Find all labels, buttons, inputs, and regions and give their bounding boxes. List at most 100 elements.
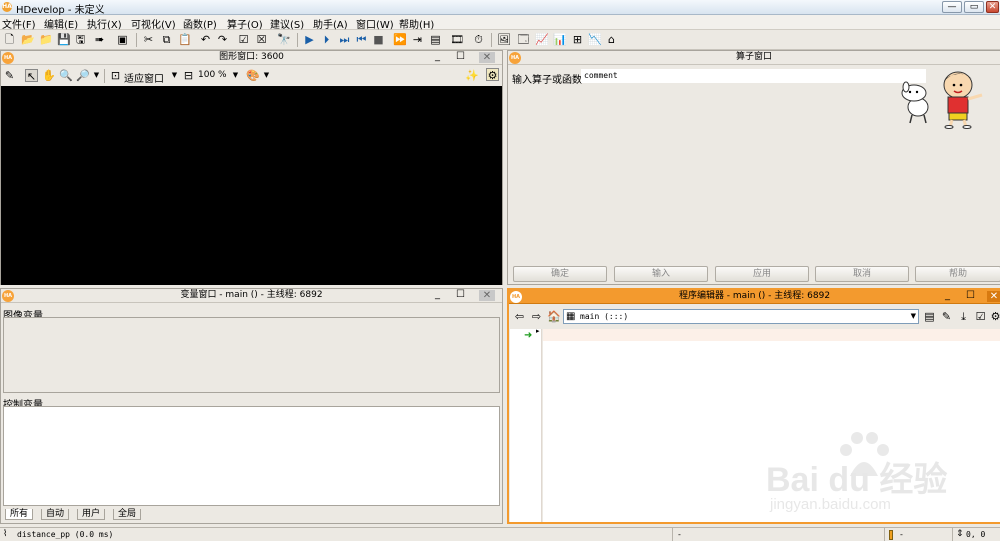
open-recent-icon[interactable]: 📁: [39, 33, 53, 46]
status-bar: ⌇ distance_pp (0.0 ms) - - ⇕ 0, 0: [0, 527, 1000, 541]
panel-close-icon[interactable]: ✕: [479, 290, 495, 301]
open-file-icon[interactable]: 📂: [21, 33, 35, 46]
menu-procedures[interactable]: 函数(P): [183, 16, 217, 31]
activate-icon[interactable]: ☑: [237, 33, 250, 46]
menu-help[interactable]: 帮助(H): [399, 16, 434, 31]
histogram-icon[interactable]: 📊: [553, 33, 567, 46]
menu-window[interactable]: 窗口(W): [356, 16, 394, 31]
current-line-highlight: [543, 329, 1000, 341]
help-button[interactable]: 帮助: [915, 266, 1000, 282]
export-icon[interactable]: ▣: [116, 33, 129, 46]
find-icon[interactable]: 🔭: [277, 33, 291, 46]
procedure-home-icon[interactable]: 🏠: [547, 310, 561, 323]
more-tools-icon[interactable]: ⚙: [989, 310, 1000, 323]
tab-user[interactable]: 用户: [77, 509, 106, 520]
graphics-canvas[interactable]: [1, 86, 502, 285]
save-icon[interactable]: 💾: [57, 33, 71, 46]
zoom-value[interactable]: 100 %: [198, 70, 227, 80]
paint-palette-icon[interactable]: 🎨: [246, 69, 260, 82]
pan-tool-icon[interactable]: ✋: [42, 69, 56, 82]
run-script-icon[interactable]: ➠: [93, 33, 106, 46]
operator-input-field[interactable]: comment: [581, 69, 926, 83]
feature-histogram-icon[interactable]: 📉: [588, 33, 602, 46]
edit-procedure-icon[interactable]: ✎: [940, 310, 953, 323]
panel-minimize-icon[interactable]: _: [435, 51, 440, 63]
tab-global[interactable]: 全局: [113, 509, 142, 520]
edit-graphics-icon[interactable]: ✎: [3, 69, 16, 82]
fit-window-label[interactable]: 适应窗口: [124, 70, 164, 85]
iconic-variables-area[interactable]: [3, 317, 500, 393]
new-file-icon[interactable]: 🗋: [3, 33, 16, 46]
chevron-down-icon[interactable]: ▼: [168, 69, 181, 82]
redo-icon[interactable]: ↷: [216, 33, 229, 46]
cancel-button[interactable]: 取消: [815, 266, 909, 282]
save-all-icon[interactable]: 🖫: [74, 33, 87, 46]
deactivate-icon[interactable]: ☒: [255, 33, 268, 46]
fit-window-icon[interactable]: ⊡: [109, 69, 122, 82]
minimize-button[interactable]: —: [942, 1, 962, 13]
magic-wand-icon[interactable]: ✨: [465, 69, 479, 82]
panel-minimize-icon[interactable]: _: [435, 289, 440, 301]
close-button[interactable]: ✕: [986, 1, 999, 13]
menu-execute[interactable]: 执行(X): [87, 16, 122, 31]
procedure-select[interactable]: ▦ main (:::) ▼: [563, 309, 919, 324]
forward-arrow-icon[interactable]: ⇨: [530, 310, 543, 323]
run-icon[interactable]: ▶: [303, 33, 316, 46]
menu-operators[interactable]: 算子(O): [227, 16, 263, 31]
line-profile-icon[interactable]: 📈: [535, 33, 549, 46]
watermark-url: jingyan.baidu.com: [770, 496, 891, 513]
breakpoint-icon[interactable]: ▤: [429, 33, 442, 46]
tab-auto[interactable]: 自动: [41, 509, 70, 520]
code-check-icon[interactable]: ☑: [974, 310, 987, 323]
cut-icon[interactable]: ✂: [142, 33, 155, 46]
insert-code-icon[interactable]: ⤓: [957, 310, 970, 323]
zoom-window-icon[interactable]: ⊞: [571, 33, 584, 46]
editor-gutter[interactable]: ➜ ▸: [510, 327, 542, 522]
step-into-icon[interactable]: ⏭: [338, 33, 351, 46]
step-out-icon[interactable]: ⏮: [355, 33, 368, 46]
profiler-icon[interactable]: 🎞: [450, 33, 464, 46]
control-variables-area[interactable]: [3, 406, 500, 506]
step-over-icon[interactable]: ⏵: [320, 33, 333, 46]
chevron-down-icon[interactable]: ▼: [260, 69, 273, 82]
variable-inspect-icon[interactable]: 🗔: [517, 33, 530, 46]
enter-button[interactable]: 输入: [614, 266, 708, 282]
graphics-window-icon[interactable]: 🖼: [497, 33, 511, 46]
copy-icon[interactable]: ⧉: [160, 33, 173, 46]
undo-icon[interactable]: ↶: [199, 33, 212, 46]
panel-maximize-icon[interactable]: ☐: [456, 289, 465, 301]
panel-maximize-icon[interactable]: ☐: [966, 290, 975, 302]
maximize-button[interactable]: ▭: [964, 1, 984, 13]
halcon-logo-icon: HA: [2, 290, 14, 302]
zoom-options-icon[interactable]: 🔎: [76, 69, 90, 82]
reset-all-icon[interactable]: ⇥: [411, 33, 424, 46]
paste-icon[interactable]: 📋: [178, 33, 192, 46]
tab-all[interactable]: 所有: [5, 509, 34, 520]
stop-icon[interactable]: ■: [372, 33, 385, 46]
back-arrow-icon[interactable]: ⇦: [513, 310, 526, 323]
chevron-down-icon[interactable]: ▼: [90, 69, 103, 82]
coordinates-icon: ⇕: [956, 529, 964, 539]
chevron-down-icon[interactable]: ▼: [229, 69, 242, 82]
ok-button[interactable]: 确定: [513, 266, 607, 282]
panel-close-icon[interactable]: ✕: [479, 52, 495, 63]
zoom-factor-icon[interactable]: ⊟: [182, 69, 195, 82]
panel-maximize-icon[interactable]: ☐: [456, 51, 465, 63]
pointer-tool-icon[interactable]: ↖: [25, 69, 38, 83]
timer-icon[interactable]: ⏱: [472, 33, 485, 46]
menu-suggestions[interactable]: 建议(S): [270, 16, 304, 31]
apply-button[interactable]: 应用: [715, 266, 809, 282]
menu-edit[interactable]: 编辑(E): [44, 16, 78, 31]
menu-visualization[interactable]: 可视化(V): [131, 16, 176, 31]
panel-close-icon[interactable]: ✕: [987, 291, 1000, 302]
feature-inspection-icon[interactable]: ⌂: [605, 33, 618, 46]
procedure-list-icon[interactable]: ▤: [923, 310, 936, 323]
zoom-tool-icon[interactable]: 🔍: [59, 69, 73, 82]
menu-assistants[interactable]: 助手(A): [313, 16, 348, 31]
menu-file[interactable]: 文件(F): [2, 16, 36, 31]
cartoon-image: [901, 71, 983, 129]
panel-minimize-icon[interactable]: _: [945, 290, 950, 302]
settings-gear-icon[interactable]: ⚙: [486, 68, 499, 82]
status-message: distance_pp (0.0 ms): [17, 530, 114, 539]
reset-program-icon[interactable]: ⏩: [393, 33, 407, 46]
